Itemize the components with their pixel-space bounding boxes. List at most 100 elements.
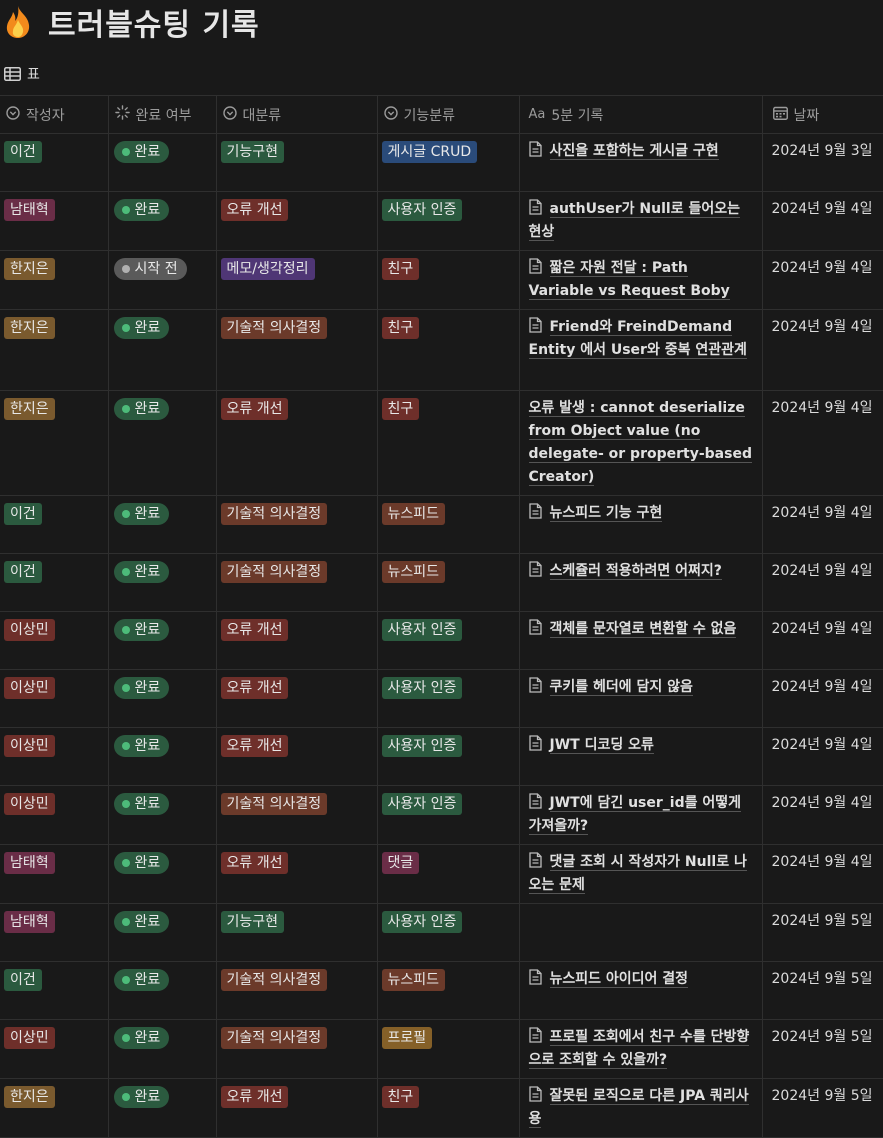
table-row[interactable]: 남태혁 완료 오류 개선 댓글 댓글 조회 시 작성자가 Null로 나오는 문제 202… [0, 844, 883, 904]
record-cell[interactable]: 스케쥴러 적용하려면 어쩌지? [518, 553, 763, 612]
date-cell[interactable]: 2024년 9월 4일 [761, 669, 883, 728]
table-row[interactable]: 이상민 완료 기술적 의사결정 프로필 프로필 조회에서 친구 수를 단방향 으로 조회… [0, 1019, 883, 1079]
author-cell[interactable]: 이건 [0, 133, 109, 192]
record-cell[interactable]: 프로필 조회에서 친구 수를 단방향 으로 조회할 수 있을까? [518, 1019, 763, 1079]
category-cell[interactable]: 기능구현 [215, 903, 378, 962]
record-cell[interactable]: 짧은 자원 전달 : Path Variable vs Request Boby [518, 250, 763, 310]
category-cell[interactable]: 기술적 의사결정 [215, 785, 378, 845]
author-cell[interactable]: 한지은 [0, 390, 109, 496]
status-cell[interactable]: 완료 [107, 785, 217, 845]
record-title[interactable]: 사진을 포함하는 게시글 구현 [549, 143, 719, 160]
table-row[interactable]: 이상민 완료 오류 개선 사용자 인증 쿠키를 헤더에 담지 않음 2024년 9월 4일 [0, 669, 883, 728]
record-title[interactable]: 쿠키를 헤더에 담지 않음 [549, 679, 693, 696]
date-cell[interactable]: 2024년 9월 4일 [761, 495, 883, 554]
date-cell[interactable]: 2024년 9월 4일 [761, 309, 883, 391]
status-cell[interactable]: 완료 [107, 1019, 217, 1079]
status-cell[interactable]: 완료 [107, 611, 217, 670]
category-cell[interactable]: 오류 개선 [215, 727, 378, 786]
record-title[interactable]: 뉴스피드 기능 구현 [549, 505, 663, 522]
date-cell[interactable]: 2024년 9월 5일 [761, 1019, 883, 1079]
date-cell[interactable]: 2024년 9월 4일 [761, 844, 883, 904]
author-cell[interactable]: 남태혁 [0, 191, 109, 251]
record-title[interactable]: JWT 디코딩 오류 [549, 737, 654, 754]
status-cell[interactable]: 완료 [107, 844, 217, 904]
record-cell[interactable]: 뉴스피드 기능 구현 [518, 495, 763, 554]
status-cell[interactable]: 완료 [107, 390, 217, 496]
record-cell[interactable]: authUser가 Null로 들어오는 현상 [518, 191, 763, 251]
feature-cell[interactable]: 사용자 인증 [376, 191, 520, 251]
category-cell[interactable]: 오류 개선 [215, 611, 378, 670]
date-cell[interactable]: 2024년 9월 4일 [761, 191, 883, 251]
table-row[interactable]: 남태혁 완료 오류 개선 사용자 인증 authUser가 Null로 들어오는 현상 2… [0, 191, 883, 251]
category-cell[interactable]: 기술적 의사결정 [215, 309, 378, 391]
column-header-author[interactable]: 작성자 [0, 95, 109, 134]
table-row[interactable]: 남태혁 완료 기능구현 사용자 인증 2024년 9월 5일 [0, 903, 883, 962]
category-cell[interactable]: 오류 개선 [215, 669, 378, 728]
status-cell[interactable]: 완료 [107, 553, 217, 612]
record-title[interactable]: 프로필 조회에서 친구 수를 단방향 으로 조회할 수 있을까? [528, 1029, 750, 1069]
feature-cell[interactable]: 친구 [376, 250, 520, 310]
author-cell[interactable]: 한지은 [0, 1078, 109, 1138]
status-cell[interactable]: 완료 [107, 1078, 217, 1138]
category-cell[interactable]: 기술적 의사결정 [215, 553, 378, 612]
date-cell[interactable]: 2024년 9월 4일 [761, 727, 883, 786]
category-cell[interactable]: 기술적 의사결정 [215, 495, 378, 554]
record-cell[interactable]: JWT 디코딩 오류 [518, 727, 763, 786]
feature-cell[interactable]: 게시글 CRUD [376, 133, 520, 192]
date-cell[interactable]: 2024년 9월 4일 [761, 553, 883, 612]
table-row[interactable]: 이건 완료 기술적 의사결정 뉴스피드 뉴스피드 아이디어 결정 2024년 9월 5일 [0, 961, 883, 1020]
category-cell[interactable]: 오류 개선 [215, 1078, 378, 1138]
column-header-category[interactable]: 대분류 [215, 95, 378, 134]
table-row[interactable]: 이건 완료 기능구현 게시글 CRUD 사진을 포함하는 게시글 구현 2024년 9월 … [0, 133, 883, 192]
date-cell[interactable]: 2024년 9월 4일 [761, 250, 883, 310]
category-cell[interactable]: 기술적 의사결정 [215, 1019, 378, 1079]
date-cell[interactable]: 2024년 9월 4일 [761, 390, 883, 496]
table-row[interactable]: 이상민 완료 오류 개선 사용자 인증 JWT 디코딩 오류 2024년 9월 4일 [0, 727, 883, 786]
table-row[interactable]: 한지은 완료 기술적 의사결정 친구 Friend와 FreindDemand Enti… [0, 309, 883, 391]
feature-cell[interactable]: 사용자 인증 [376, 727, 520, 786]
author-cell[interactable]: 이건 [0, 553, 109, 612]
record-title[interactable]: JWT에 담긴 user_id를 어떻게 가져올까? [528, 795, 742, 835]
author-cell[interactable]: 이상민 [0, 785, 109, 845]
author-cell[interactable]: 한지은 [0, 250, 109, 310]
category-cell[interactable]: 기능구현 [215, 133, 378, 192]
record-title[interactable]: 뉴스피드 아이디어 결정 [549, 971, 689, 988]
record-cell[interactable]: 댓글 조회 시 작성자가 Null로 나오는 문제 [518, 844, 763, 904]
author-cell[interactable]: 이건 [0, 961, 109, 1020]
author-cell[interactable]: 남태혁 [0, 903, 109, 962]
record-cell[interactable]: 오류 발생 : cannot deserialize from Object v… [518, 390, 763, 496]
feature-cell[interactable]: 프로필 [376, 1019, 520, 1079]
record-cell[interactable]: Friend와 FreindDemand Entity 에서 User와 중복 … [518, 309, 763, 391]
status-cell[interactable]: 완료 [107, 495, 217, 554]
feature-cell[interactable]: 친구 [376, 1078, 520, 1138]
feature-cell[interactable]: 친구 [376, 390, 520, 496]
status-cell[interactable]: 완료 [107, 961, 217, 1020]
record-title[interactable]: 짧은 자원 전달 : Path Variable vs Request Boby [528, 260, 730, 300]
status-cell[interactable]: 완료 [107, 727, 217, 786]
status-cell[interactable]: 완료 [107, 309, 217, 391]
table-row[interactable]: 한지은 완료 오류 개선 친구 잘못된 로직으로 다른 JPA 쿼리사용 2024년 9월… [0, 1078, 883, 1138]
date-cell[interactable]: 2024년 9월 3일 [761, 133, 883, 192]
record-title[interactable]: 오류 발생 : cannot deserialize from Object v… [528, 400, 752, 486]
table-row[interactable]: 이건 완료 기술적 의사결정 뉴스피드 스케쥴러 적용하려면 어쩌지? 2024년 9월 … [0, 553, 883, 612]
column-header-date[interactable]: 날짜 [761, 95, 883, 134]
author-cell[interactable]: 남태혁 [0, 844, 109, 904]
record-title[interactable]: Friend와 FreindDemand Entity 에서 User와 중복 … [528, 319, 747, 359]
feature-cell[interactable]: 친구 [376, 309, 520, 391]
record-title[interactable]: 잘못된 로직으로 다른 JPA 쿼리사용 [528, 1088, 749, 1128]
view-tab-table[interactable]: 표 [4, 64, 40, 84]
record-title[interactable]: authUser가 Null로 들어오는 현상 [528, 201, 740, 241]
author-cell[interactable]: 이상민 [0, 611, 109, 670]
record-title[interactable]: 객체를 문자열로 변환할 수 없음 [549, 621, 737, 638]
date-cell[interactable]: 2024년 9월 5일 [761, 961, 883, 1020]
record-cell[interactable]: JWT에 담긴 user_id를 어떻게 가져올까? [518, 785, 763, 845]
category-cell[interactable]: 오류 개선 [215, 390, 378, 496]
record-cell[interactable]: 객체를 문자열로 변환할 수 없음 [518, 611, 763, 670]
author-cell[interactable]: 이상민 [0, 669, 109, 728]
record-title[interactable]: 댓글 조회 시 작성자가 Null로 나오는 문제 [528, 854, 747, 894]
date-cell[interactable]: 2024년 9월 4일 [761, 785, 883, 845]
column-header-record[interactable]: Aa 5분 기록 [518, 95, 763, 134]
record-cell[interactable]: 잘못된 로직으로 다른 JPA 쿼리사용 [518, 1078, 763, 1138]
record-cell[interactable]: 뉴스피드 아이디어 결정 [518, 961, 763, 1020]
feature-cell[interactable]: 사용자 인증 [376, 785, 520, 845]
